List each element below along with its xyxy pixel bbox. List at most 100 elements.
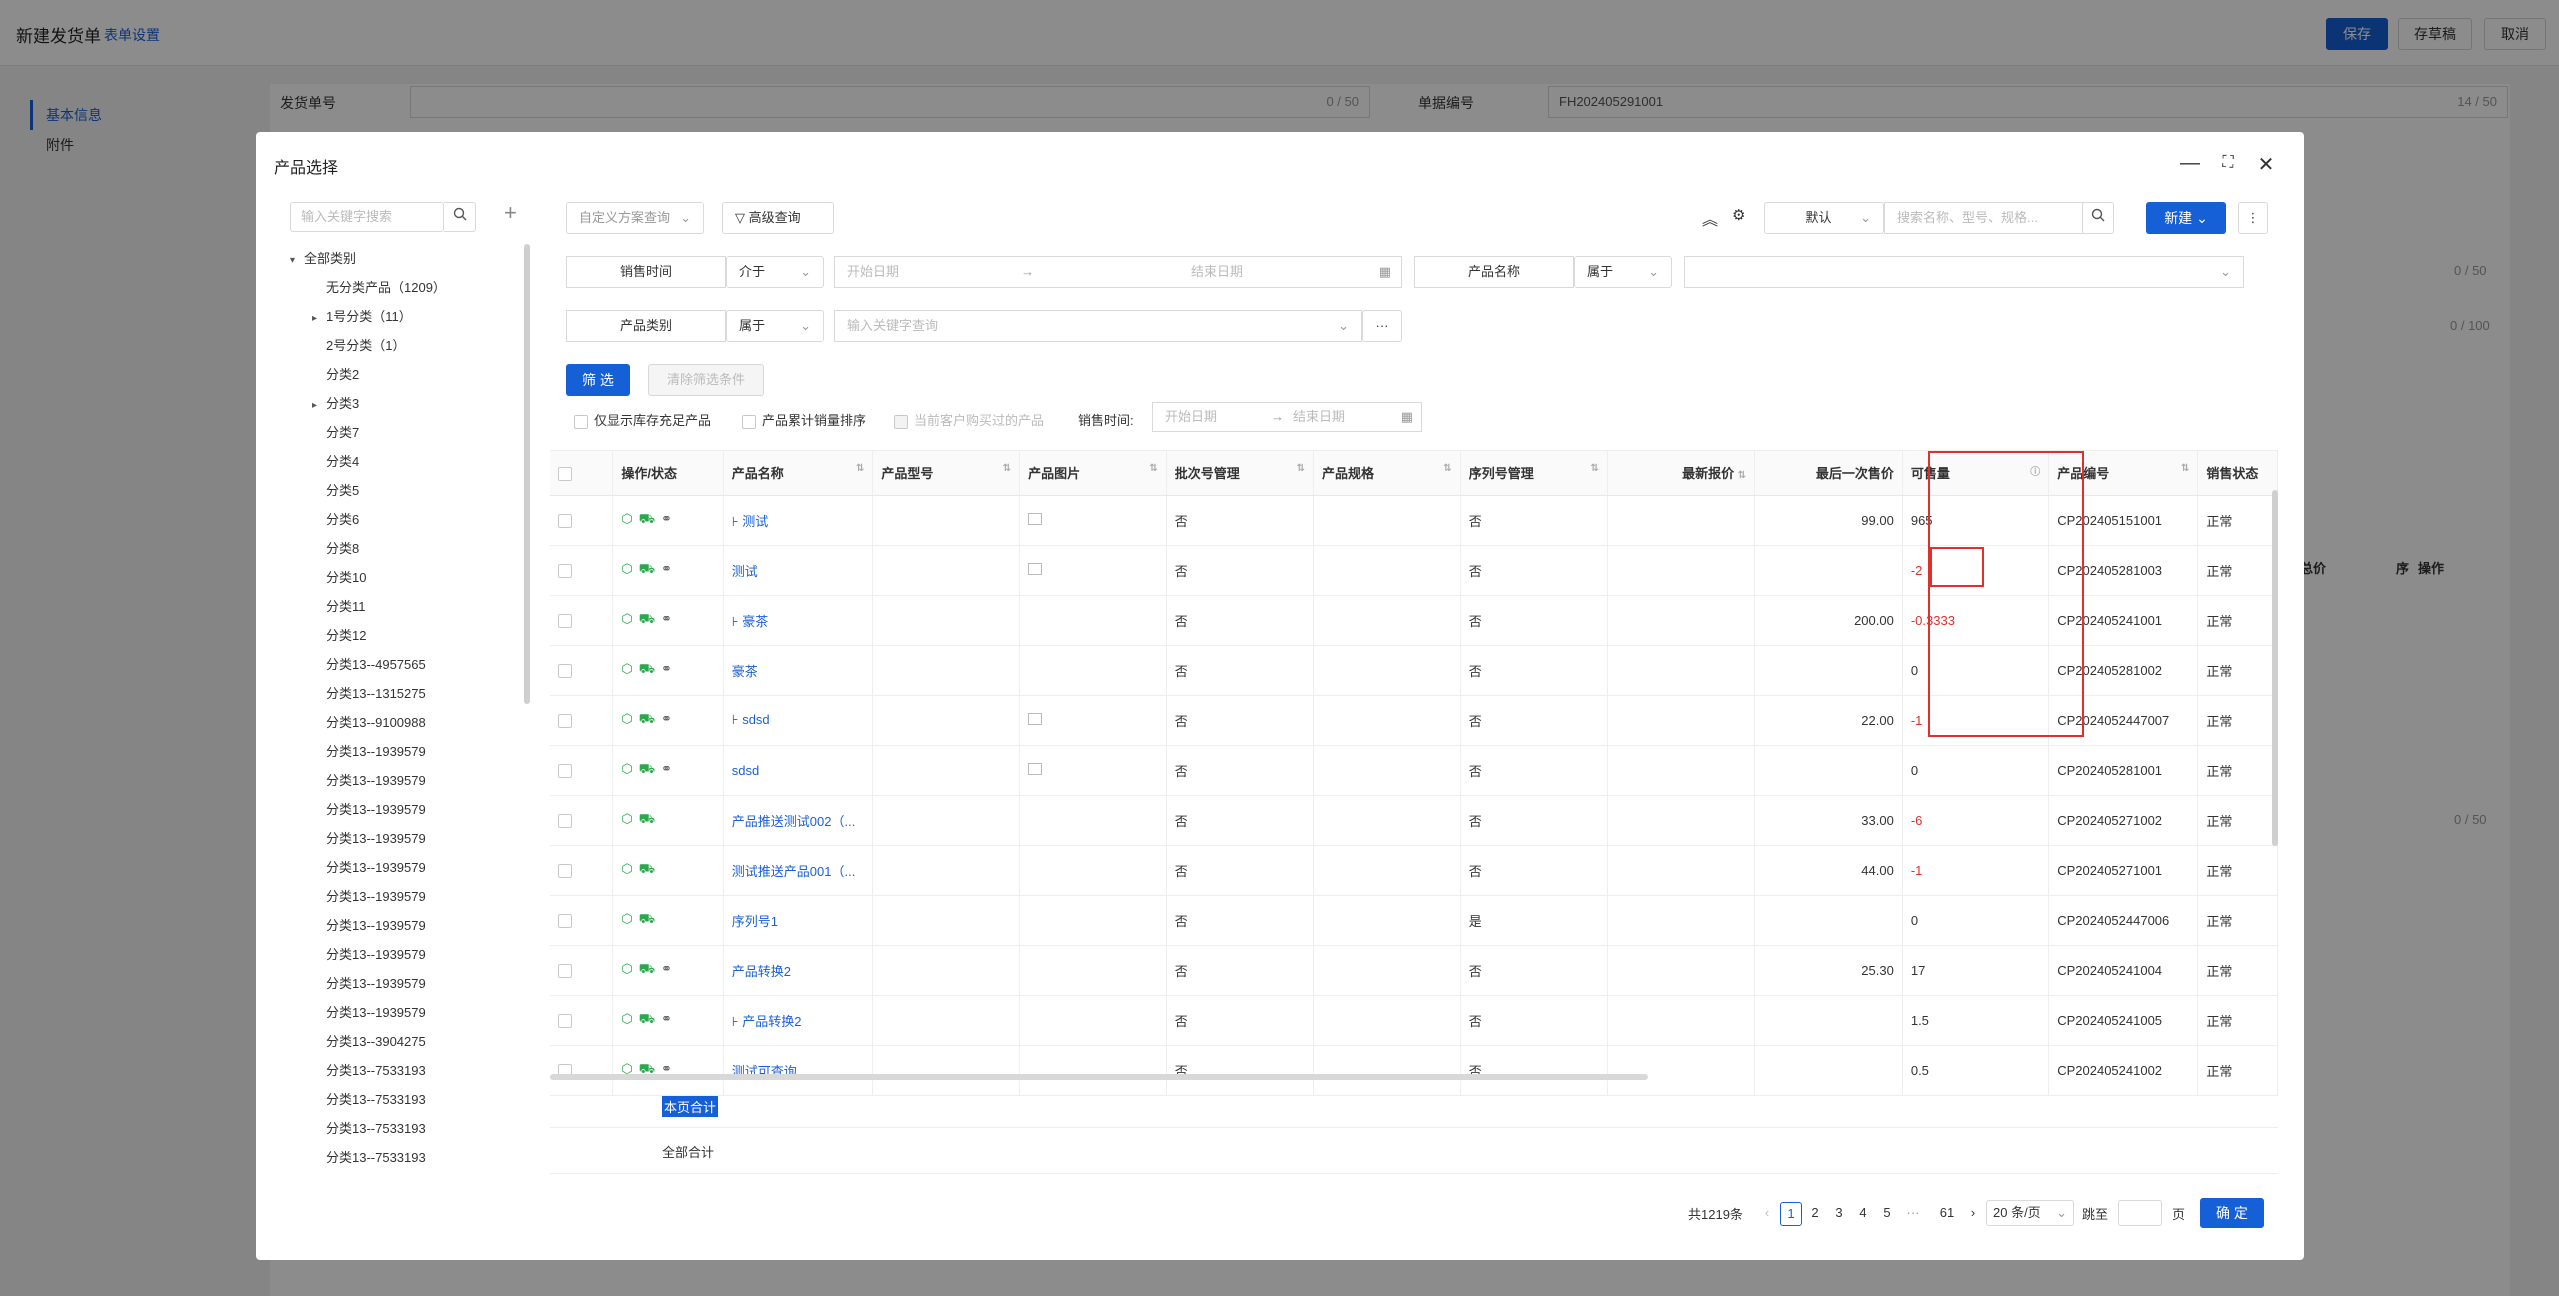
row-checkbox[interactable]: [550, 845, 614, 896]
product-icon[interactable]: ⬡: [621, 661, 632, 677]
caret-icon[interactable]: ▸: [312, 391, 326, 420]
gear-icon[interactable]: ⚙: [1732, 206, 1745, 224]
header-product-model[interactable]: 产品型号 ⇅: [872, 451, 1021, 496]
row-checkbox[interactable]: [550, 995, 614, 1046]
truck-icon[interactable]: ⛟: [639, 911, 655, 929]
collapse-up-icon[interactable]: ︽: [1702, 206, 1718, 230]
link-icon[interactable]: ⚭: [661, 511, 672, 527]
scheme-select[interactable]: 默认 ⌄: [1764, 202, 1884, 234]
advanced-query-button[interactable]: ▽ 高级查询: [722, 202, 834, 234]
product-icon[interactable]: ⬡: [621, 561, 632, 577]
page-ellipsis[interactable]: ···: [1902, 1202, 1924, 1226]
product-icon[interactable]: ⬡: [621, 961, 632, 977]
tree-scrollbar[interactable]: [524, 244, 530, 704]
table-vscrollbar[interactable]: [2272, 490, 2278, 846]
link-icon[interactable]: ⚭: [661, 611, 672, 627]
link-icon[interactable]: ⚭: [661, 711, 672, 727]
header-product-name[interactable]: 产品名称 ⇅: [723, 451, 874, 496]
link-icon[interactable]: ⚭: [661, 1011, 672, 1027]
select-all-checkbox[interactable]: [550, 451, 614, 496]
row-product-name[interactable]: 测试推送产品001（...: [723, 845, 874, 896]
category-operator[interactable]: 属于 ⌄: [726, 310, 824, 342]
truck-icon[interactable]: ⛟: [639, 711, 655, 729]
row-product-name[interactable]: ⊦ sdsd: [723, 695, 874, 746]
table-row[interactable]: ⬡ ⛟ 产品推送测试002（... 否否 33.00 -6 CP202405271002 正常: [550, 795, 2278, 846]
product-icon[interactable]: ⬡: [621, 911, 632, 927]
row-checkbox[interactable]: [550, 795, 614, 846]
truck-icon[interactable]: ⛟: [639, 511, 655, 529]
product-icon[interactable]: ⬡: [621, 761, 632, 777]
caret-icon[interactable]: ▸: [312, 304, 326, 333]
opt-bought-checkbox[interactable]: 当前客户购买过的产品: [894, 410, 1044, 429]
add-category-icon[interactable]: +: [504, 200, 517, 226]
sale-time-operator[interactable]: 介于 ⌄: [726, 256, 824, 288]
row-product-name[interactable]: 序列号1: [723, 895, 874, 946]
close-icon[interactable]: ✕: [2254, 152, 2278, 177]
link-icon[interactable]: ⚭: [661, 561, 672, 577]
product-name-select[interactable]: ⌄: [1684, 256, 2244, 288]
row-checkbox[interactable]: [550, 945, 614, 996]
row-checkbox[interactable]: [550, 495, 614, 546]
header-product-image[interactable]: 产品图片 ⇅: [1019, 451, 1167, 496]
caret-icon[interactable]: ▾: [290, 246, 304, 275]
row-product-name[interactable]: 测试: [723, 545, 874, 596]
row-checkbox[interactable]: [550, 545, 614, 596]
row-checkbox[interactable]: [550, 745, 614, 796]
category-keyword-input[interactable]: 输入关键字查询 ⌄: [834, 310, 1362, 342]
product-icon[interactable]: ⬡: [621, 611, 632, 627]
page-size-select[interactable]: 20 条/页 ⌄: [1986, 1200, 2074, 1226]
next-page-icon[interactable]: ›: [1962, 1202, 1984, 1226]
product-icon[interactable]: ⬡: [621, 1011, 632, 1027]
link-icon[interactable]: ⚭: [661, 961, 672, 977]
product-icon[interactable]: ⬡: [621, 861, 632, 877]
row-checkbox[interactable]: [550, 695, 614, 746]
header-batch-mgmt[interactable]: 批次号管理 ⇅: [1166, 451, 1315, 496]
custom-query-select[interactable]: 自定义方案查询 ⌄: [566, 202, 704, 234]
page-61[interactable]: 61: [1936, 1202, 1958, 1226]
table-row[interactable]: ⬡ ⛟ 测试推送产品001（... 否否 44.00 -1 CP202405271001 正常: [550, 845, 2278, 896]
table-row[interactable]: ⬡ ⛟ 序列号1 否是 0 CP2024052447006 正常: [550, 895, 2278, 946]
link-icon[interactable]: ⚭: [661, 761, 672, 777]
page-5[interactable]: 5: [1876, 1202, 1898, 1226]
truck-icon[interactable]: ⛟: [639, 961, 655, 979]
truck-icon[interactable]: ⛟: [639, 1011, 655, 1029]
jump-page-input[interactable]: [2118, 1200, 2162, 1226]
row-product-name[interactable]: ⊦ 豪茶: [723, 595, 874, 646]
truck-icon[interactable]: ⛟: [639, 561, 655, 579]
clear-filters-button[interactable]: 清除筛选条件: [648, 364, 764, 396]
prev-page-icon[interactable]: ‹: [1756, 1202, 1778, 1226]
confirm-button[interactable]: 确 定: [2200, 1198, 2264, 1228]
header-serial-mgmt[interactable]: 序列号管理 ⇅: [1460, 451, 1608, 496]
page-3[interactable]: 3: [1828, 1202, 1850, 1226]
row-product-name[interactable]: 产品转换2: [723, 945, 874, 996]
row-checkbox[interactable]: [550, 895, 614, 946]
row-product-name[interactable]: ⊦ 产品转换2: [723, 995, 874, 1046]
new-product-button[interactable]: 新建 ⌄: [2146, 202, 2226, 234]
truck-icon[interactable]: ⛟: [639, 861, 655, 879]
page-1[interactable]: 1: [1780, 1202, 1802, 1226]
row-checkbox[interactable]: [550, 645, 614, 696]
product-search-input[interactable]: 搜索名称、型号、规格...: [1884, 202, 2084, 234]
truck-icon[interactable]: ⛟: [639, 761, 655, 779]
header-latest-quote[interactable]: 最新报价 ⇅: [1607, 451, 1756, 496]
link-icon[interactable]: ⚭: [661, 661, 672, 677]
row-product-name[interactable]: sdsd: [723, 745, 874, 796]
opt-sort-checkbox[interactable]: 产品累计销量排序: [742, 410, 866, 429]
sale-date-range[interactable]: 开始日期 → 结束日期 ▦: [834, 256, 1402, 288]
product-icon[interactable]: ⬡: [621, 811, 632, 827]
table-hscrollbar[interactable]: [550, 1074, 1648, 1080]
tree-search-icon[interactable]: [444, 202, 476, 232]
maximize-icon[interactable]: ⛶: [2216, 154, 2240, 172]
product-search-icon[interactable]: [2082, 202, 2114, 234]
product-icon[interactable]: ⬡: [621, 711, 632, 727]
filter-button[interactable]: 筛 选: [566, 364, 630, 396]
category-more-icon[interactable]: ···: [1362, 310, 1402, 342]
row-product-name[interactable]: 产品推送测试002（...: [723, 795, 874, 846]
row-product-name[interactable]: ⊦ 测试: [723, 495, 874, 546]
truck-icon[interactable]: ⛟: [639, 811, 655, 829]
tree-search-input[interactable]: 输入关键字搜索: [290, 202, 444, 232]
sale-date-range-2[interactable]: 开始日期 → 结束日期 ▦: [1152, 402, 1422, 432]
header-last-price[interactable]: 最后一次售价: [1754, 451, 1903, 496]
product-icon[interactable]: ⬡: [621, 511, 632, 527]
minimize-icon[interactable]: —: [2178, 152, 2202, 175]
